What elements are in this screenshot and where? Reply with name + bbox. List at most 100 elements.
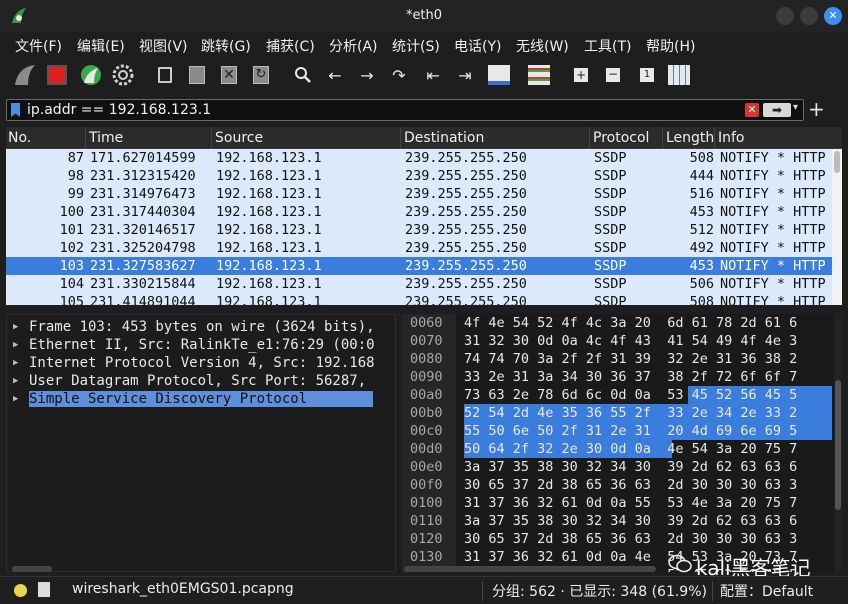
zoom-in-icon[interactable]: + [568, 62, 594, 88]
status-file-name: wireshark_eth0EMGS01.pcapng [72, 581, 294, 597]
packet-row[interactable]: 100 231.317440304 192.168.123.1 239.255.255… [6, 203, 832, 221]
detail-ethernet[interactable]: ▶ Ethernet II, Src: RalinkTe_e1:76:29 (0… [7, 337, 395, 355]
bytes-hex-row[interactable]: 50 64 2f 32 2e 30 0d 0a 4e 54 3a 20 75 7 [464, 441, 797, 457]
details-horizontal-scrollbar[interactable] [12, 566, 52, 572]
maximize-button[interactable] [800, 7, 818, 25]
restart-capture-icon[interactable] [78, 62, 104, 88]
stop-capture-icon[interactable] [44, 62, 70, 88]
display-filter-input[interactable]: ip.addr == 192.168.123.1 [27, 102, 211, 118]
save-file-icon[interactable] [184, 62, 210, 88]
column-header-destination[interactable]: Destination [404, 130, 484, 146]
bytes-hex-row[interactable]: 33 2e 31 3a 34 30 36 37 38 2f 72 6f 6f 7 [464, 369, 797, 385]
menu-wireless[interactable]: 无线(W) [516, 36, 569, 56]
packet-cell-time: 231.314976473 [90, 186, 196, 202]
packet-cell-len: 492 [689, 240, 714, 256]
packet-list-scrollbar[interactable] [832, 149, 842, 305]
column-header-info[interactable]: Info [718, 130, 745, 146]
go-to-packet-icon[interactable]: ↷ [386, 62, 412, 88]
packet-cell-src: 192.168.123.1 [216, 240, 322, 256]
first-packet-icon[interactable]: ⇤ [420, 62, 446, 88]
expand-triangle-icon[interactable]: ▶ [13, 340, 18, 350]
capture-comment-edit-icon[interactable] [38, 582, 50, 597]
menu-capture[interactable]: 捕获(C) [266, 36, 315, 56]
bytes-hex-row[interactable]: 3a 37 35 38 30 32 34 30 39 2d 62 63 63 6 [464, 459, 797, 475]
packet-cell-no: 101 [59, 222, 84, 238]
bytes-hex-row[interactable]: 31 37 36 32 61 0d 0a 55 53 4e 3a 20 75 7 [464, 495, 797, 511]
column-header-no[interactable]: No. [8, 130, 31, 146]
bytes-horizontal-scrollbar[interactable] [404, 566, 656, 572]
packet-cell-src: 192.168.123.1 [216, 186, 322, 202]
packet-row[interactable]: 102 231.325204798 192.168.123.1 239.255.255… [6, 239, 832, 257]
add-filter-button-plus-icon[interactable]: + [808, 97, 825, 121]
packet-cell-time: 171.627014599 [90, 150, 196, 166]
expand-triangle-icon[interactable]: ▶ [13, 394, 18, 404]
expand-triangle-icon[interactable]: ▶ [13, 376, 18, 386]
menu-help[interactable]: 帮助(H) [646, 36, 695, 56]
open-file-icon[interactable] [152, 62, 178, 88]
packet-row[interactable]: 104 231.330215844 192.168.123.1 239.255.255… [6, 275, 832, 293]
start-capture-icon[interactable] [12, 62, 38, 88]
packet-cell-info: NOTIFY * HTTP [720, 276, 826, 292]
resize-columns-icon[interactable] [666, 62, 692, 88]
find-packet-search-icon[interactable] [290, 62, 316, 88]
bytes-hex-row[interactable]: 74 74 70 3a 2f 2f 31 39 32 2e 31 36 38 2 [464, 351, 797, 367]
packet-row[interactable]: 98 231.312315420 192.168.123.1 239.255.255.… [6, 167, 832, 185]
column-header-protocol[interactable]: Protocol [593, 130, 649, 146]
status-profile[interactable]: 配置：Default [720, 581, 813, 601]
expert-info-led-icon[interactable] [14, 584, 27, 597]
packet-cell-dst: 239.255.255.250 [405, 186, 527, 202]
bytes-hex-row[interactable]: 31 32 30 0d 0a 4c 4f 43 41 54 49 4f 4e 3 [464, 333, 797, 349]
packet-cell-dst: 239.255.255.250 [405, 240, 527, 256]
menu-statistics[interactable]: 统计(S) [392, 36, 440, 56]
menu-edit[interactable]: 编辑(E) [77, 36, 125, 56]
last-packet-icon[interactable]: ⇥ [452, 62, 478, 88]
packet-row[interactable]: 105 231.414891044 192.168.123.1 239.255.255… [6, 293, 832, 305]
display-filter-bar[interactable]: ip.addr == 192.168.123.1 ✕ ➡ ▾ [6, 99, 804, 121]
menu-file[interactable]: 文件(F) [15, 36, 62, 56]
filter-history-chevron-down-icon[interactable]: ▾ [793, 102, 798, 113]
packet-row[interactable]: 99 231.314976473 192.168.123.1 239.255.255.… [6, 185, 832, 203]
bytes-hex-row[interactable]: 73 63 2e 78 6d 6c 0d 0a 53 45 52 56 45 5 [464, 387, 797, 403]
autoscroll-icon[interactable] [486, 62, 512, 88]
column-header-length[interactable]: Length [666, 130, 714, 146]
bytes-hex-row[interactable]: 3a 37 35 38 30 32 34 30 39 2d 62 63 63 6 [464, 513, 797, 529]
packet-row[interactable]: 101 231.320146517 192.168.123.1 239.255.255… [6, 221, 832, 239]
column-header-source[interactable]: Source [215, 130, 263, 146]
bytes-hex-row[interactable]: 52 54 2d 4e 35 36 55 2f 33 2e 34 2e 33 2 [464, 405, 797, 421]
capture-options-gear-icon[interactable] [110, 62, 136, 88]
detail-ipv4[interactable]: ▶ Internet Protocol Version 4, Src: 192.… [7, 355, 395, 373]
detail-frame[interactable]: ▶ Frame 103: 453 bytes on wire (3624 bit… [7, 319, 395, 337]
close-file-icon[interactable]: ✕ [216, 62, 242, 88]
apply-filter-button[interactable]: ➡ [763, 103, 791, 117]
bytes-hex-row[interactable]: 55 50 6e 50 2f 31 2e 31 20 4d 69 6e 69 5 [464, 423, 797, 439]
clear-filter-icon[interactable]: ✕ [745, 103, 759, 117]
go-back-arrow-icon[interactable]: ← [322, 62, 348, 88]
packet-row-selected[interactable]: 103 231.327583627 192.168.123.1 239.255.255… [6, 257, 832, 275]
close-button[interactable]: ✕ [824, 7, 842, 25]
menu-telephony[interactable]: 电话(Y) [454, 36, 501, 56]
menu-view[interactable]: 视图(V) [139, 36, 188, 56]
column-header-time[interactable]: Time [89, 130, 123, 146]
reload-file-icon[interactable]: ↻ [248, 62, 274, 88]
bytes-hex-row[interactable]: 4f 4e 54 52 4f 4c 3a 20 6d 61 78 2d 61 6 [464, 315, 797, 331]
expand-triangle-icon[interactable]: ▶ [13, 322, 18, 332]
minimize-button[interactable] [776, 7, 794, 25]
packet-cell-proto: SSDP [594, 258, 627, 274]
expand-triangle-icon[interactable]: ▶ [13, 358, 18, 368]
bytes-scrollbar[interactable] [834, 314, 842, 572]
bytes-hex-row[interactable]: 30 65 37 2d 38 65 36 63 2d 30 30 30 63 3 [464, 531, 797, 547]
packet-row[interactable]: 87 171.627014599 192.168.123.1 239.255.255.… [6, 149, 832, 167]
zoom-out-icon[interactable]: − [600, 62, 626, 88]
menu-analyze[interactable]: 分析(A) [329, 36, 378, 56]
packet-cell-len: 453 [689, 204, 714, 220]
menu-tools[interactable]: 工具(T) [584, 36, 631, 56]
colorize-icon[interactable] [526, 62, 552, 88]
packet-cell-no: 104 [59, 276, 84, 292]
go-forward-arrow-icon[interactable]: → [354, 62, 380, 88]
menu-go[interactable]: 跳转(G) [201, 36, 251, 56]
detail-udp[interactable]: ▶ User Datagram Protocol, Src Port: 5628… [7, 373, 395, 391]
filter-bookmark-icon[interactable] [11, 103, 20, 117]
bytes-hex-row[interactable]: 30 65 37 2d 38 65 36 63 2d 30 30 30 63 3 [464, 477, 797, 493]
normal-size-icon[interactable]: 1 [634, 62, 660, 88]
detail-ssdp[interactable]: ▶ Simple Service Discovery Protocol [7, 391, 395, 409]
